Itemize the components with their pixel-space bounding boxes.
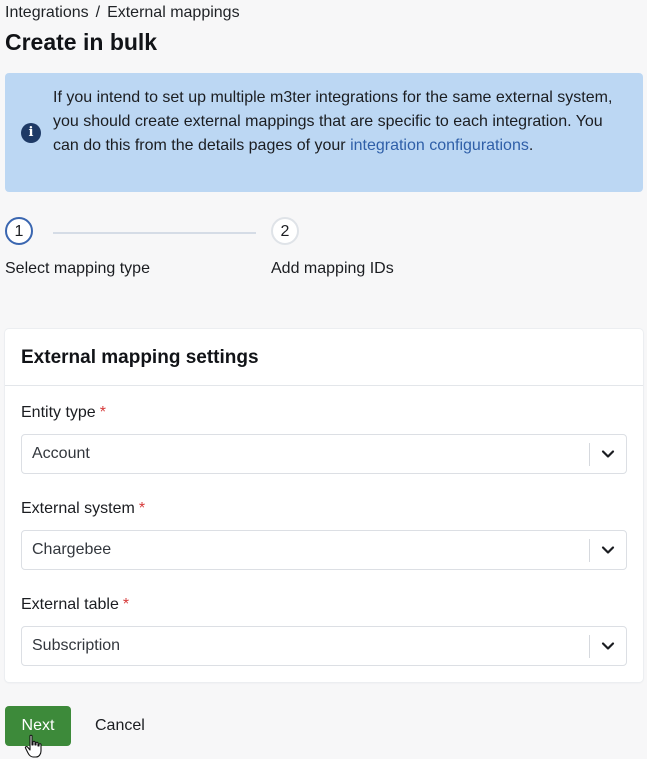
entity-type-label-text: Entity type bbox=[21, 404, 96, 421]
step-1-label: Select mapping type bbox=[5, 260, 150, 277]
breadcrumb-separator: / bbox=[95, 4, 101, 21]
entity-type-value: Account bbox=[32, 445, 90, 462]
info-alert: i If you intend to set up multiple m3ter… bbox=[5, 73, 643, 192]
external-system-label-text: External system bbox=[21, 500, 135, 517]
breadcrumb-current: External mappings bbox=[107, 4, 240, 21]
required-marker: * bbox=[138, 500, 146, 517]
required-marker: * bbox=[122, 596, 130, 613]
info-suffix: . bbox=[528, 137, 534, 154]
select-separator bbox=[589, 635, 590, 658]
breadcrumb: Integrations / External mappings bbox=[5, 4, 240, 22]
external-mapping-settings-card: External mapping settings Entity type * A… bbox=[5, 329, 643, 682]
step-1-indicator: 1 bbox=[5, 217, 33, 245]
external-system-value: Chargebee bbox=[32, 541, 112, 558]
breadcrumb-integrations[interactable]: Integrations bbox=[5, 4, 89, 22]
external-table-value: Subscription bbox=[32, 637, 121, 654]
entity-type-select[interactable]: Account bbox=[21, 434, 627, 474]
required-marker: * bbox=[99, 404, 106, 421]
integration-configurations-link[interactable]: integration configurations bbox=[350, 137, 529, 154]
select-separator bbox=[589, 539, 590, 562]
select-separator bbox=[589, 443, 590, 466]
info-icon: i bbox=[21, 123, 41, 143]
chevron-down-icon[interactable] bbox=[601, 447, 615, 461]
step-2-label: Add mapping IDs bbox=[271, 260, 394, 277]
chevron-down-icon[interactable] bbox=[601, 639, 615, 653]
entity-type-label: Entity type * bbox=[21, 404, 106, 422]
card-title: External mapping settings bbox=[21, 347, 259, 368]
page-title: Create in bulk bbox=[5, 29, 158, 55]
cancel-button[interactable]: Cancel bbox=[90, 706, 150, 746]
external-table-label-text: External table bbox=[21, 596, 119, 613]
step-connector bbox=[53, 232, 256, 234]
external-system-select[interactable]: Chargebee bbox=[21, 530, 627, 570]
external-table-select[interactable]: Subscription bbox=[21, 626, 627, 666]
step-2-indicator: 2 bbox=[271, 217, 299, 245]
external-system-label: External system * bbox=[21, 500, 145, 518]
external-table-label: External table * bbox=[21, 596, 129, 614]
chevron-down-icon[interactable] bbox=[601, 543, 615, 557]
info-text: If you intend to set up multiple m3ter i… bbox=[53, 86, 613, 158]
hand-cursor-icon bbox=[24, 734, 42, 758]
card-divider bbox=[5, 385, 643, 386]
stepper: 1 2 Select mapping type Add mapping IDs bbox=[5, 217, 425, 287]
